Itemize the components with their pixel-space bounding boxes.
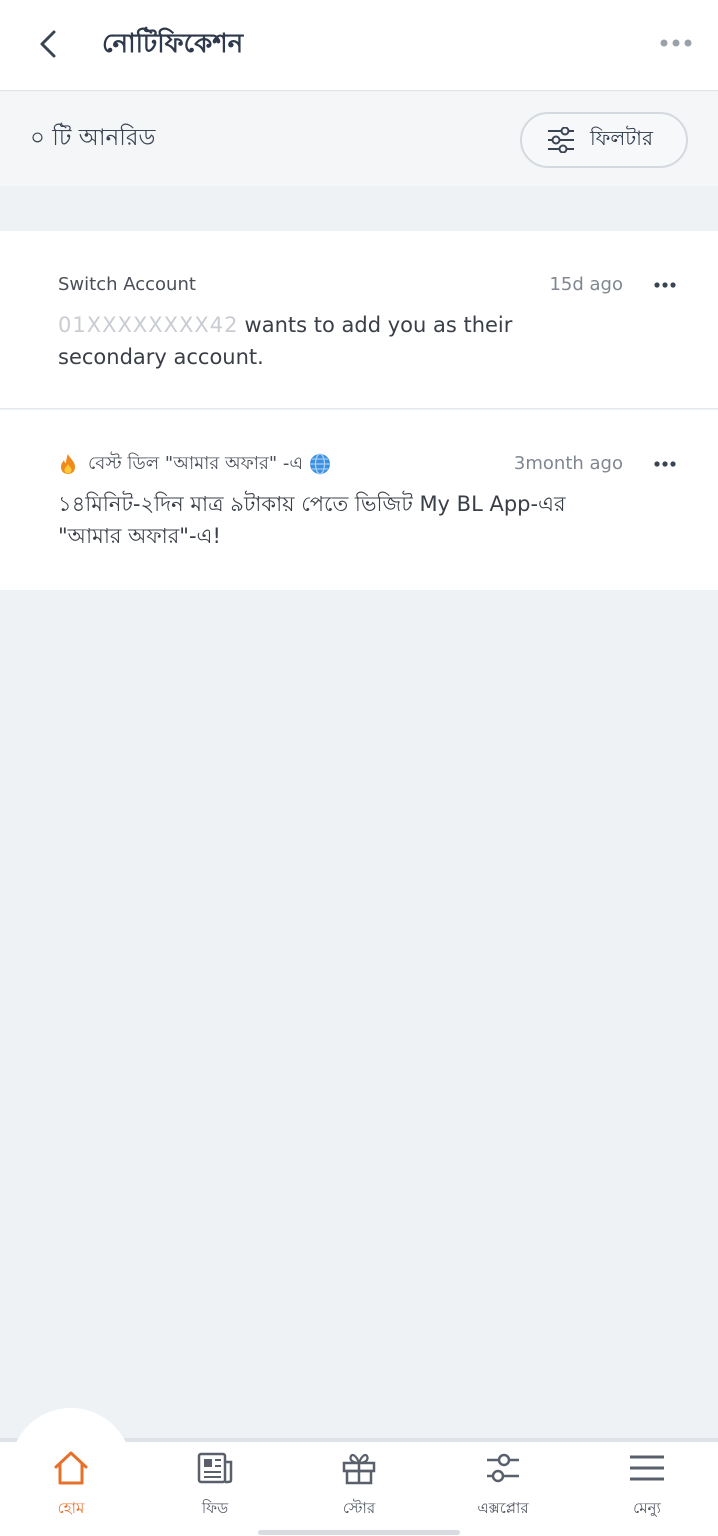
nav-home-label: হোম: [57, 1499, 85, 1517]
masked-phone-number: 01XXXXXXXX42: [58, 313, 239, 337]
filter-button[interactable]: ফিলটার: [520, 112, 688, 168]
globe-icon: [310, 453, 331, 475]
nav-feed-label: ফিড: [201, 1499, 229, 1517]
unread-bar: ০ টি আনরিড ফিলটার: [0, 92, 718, 186]
nav-feed[interactable]: ফিড: [165, 1448, 265, 1528]
back-button[interactable]: [30, 26, 66, 62]
notification-time: 15d ago: [549, 274, 623, 295]
notification-more-button[interactable]: [650, 271, 680, 299]
nav-explore-label: এক্সপ্লোর: [477, 1499, 529, 1517]
fire-icon: [61, 454, 75, 474]
feed-icon: [197, 1452, 233, 1484]
filter-label: ফিলটার: [590, 125, 653, 150]
more-horizontal-icon: [654, 282, 676, 288]
notification-more-button[interactable]: [650, 450, 680, 478]
page-title: নোটিফিকেশন: [102, 29, 244, 59]
notification-source-row: বেস্ট ডিল "আমার অফার" -এ: [58, 450, 331, 478]
more-options-button[interactable]: [656, 28, 696, 58]
nav-menu[interactable]: মেন্যু: [597, 1448, 697, 1528]
nav-store-label: স্টোর: [342, 1499, 376, 1517]
notification-source: বেস্ট ডিল "আমার অফার" -এ: [88, 453, 304, 474]
notification-item[interactable]: বেস্ট ডিল "আমার অফার" -এ 3month ago ১৪মি…: [0, 410, 718, 590]
notification-body: ১৪মিনিট-২দিন মাত্র ৯টাকায় পেতে ভিজিট My…: [58, 492, 566, 548]
notification-time: 3month ago: [513, 453, 623, 474]
notifications-screen: নোটিফিকেশন ০ টি আনরিড ফিলটার Switch Acco…: [0, 0, 718, 1536]
notification-body: 01XXXXXXXX42 wants to add you as their se…: [58, 309, 618, 373]
unread-count: ০ টি আনরিড: [30, 125, 156, 151]
more-horizontal-icon: [654, 461, 676, 467]
nav-store[interactable]: স্টোর: [309, 1448, 409, 1528]
nav-home[interactable]: হোম: [21, 1448, 121, 1528]
notification-source: Switch Account: [58, 274, 196, 295]
filter-sliders-icon: [548, 127, 574, 153]
nav-explore[interactable]: এক্সপ্লোর: [453, 1448, 553, 1528]
more-horizontal-icon: [660, 39, 692, 47]
nav-menu-label: মেন্যু: [633, 1499, 661, 1517]
app-header: নোটিফিকেশন: [0, 0, 718, 91]
menu-icon: [630, 1455, 664, 1481]
home-icon: [54, 1451, 88, 1485]
chevron-left-icon: [40, 30, 56, 58]
notification-item[interactable]: Switch Account 15d ago 01XXXXXXXX42 wants…: [0, 231, 718, 409]
home-indicator-bar: [258, 1530, 460, 1535]
store-icon: [342, 1453, 376, 1485]
explore-icon: [487, 1453, 519, 1483]
